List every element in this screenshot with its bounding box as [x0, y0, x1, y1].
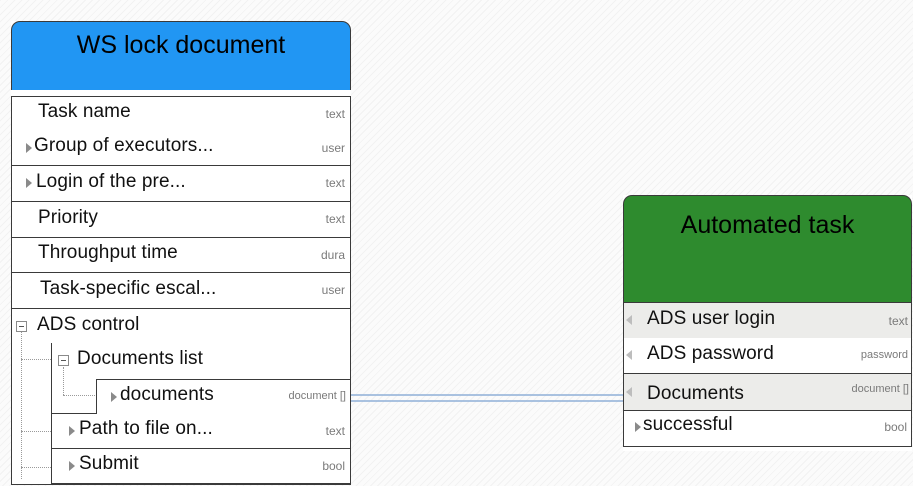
ws-row-login-of-the-pre[interactable]: Login of the pre... text: [11, 166, 351, 202]
row-type: text: [325, 424, 345, 438]
row-label: ADS user login: [647, 308, 776, 329]
ws-row-submit[interactable]: Submit bool: [51, 449, 351, 484]
expand-arrow-icon[interactable]: [69, 426, 75, 436]
row-label: Documents: [647, 383, 744, 404]
auto-node-title: Automated task: [680, 211, 855, 239]
row-label: documents: [120, 384, 214, 405]
expand-arrow-icon[interactable]: [635, 422, 641, 432]
ws-lock-document-node[interactable]: WS lock document Task name text Group of…: [11, 21, 351, 485]
row-type: bool: [322, 459, 345, 473]
row-label: Login of the pre...: [36, 171, 186, 192]
auto-row-successful[interactable]: successful bool: [623, 411, 912, 447]
row-type: text: [888, 314, 908, 328]
ws-node-header[interactable]: WS lock document: [11, 21, 351, 90]
row-type: text: [325, 107, 345, 121]
auto-row-ads-user-login[interactable]: ADS user login text: [623, 302, 912, 339]
row-label: Task-specific escal...: [40, 278, 217, 299]
row-type: user: [321, 283, 345, 297]
ws-node-title: WS lock document: [76, 31, 286, 59]
row-label: Task name: [38, 101, 131, 122]
auto-node-header[interactable]: Automated task: [623, 195, 912, 303]
row-type: password: [860, 349, 908, 361]
row-type: text: [325, 176, 345, 190]
ws-row-path-to-file[interactable]: Path to file on... text: [51, 414, 351, 449]
row-label: Submit: [79, 453, 139, 474]
row-type: text: [325, 212, 345, 226]
row-label: Path to file on...: [79, 418, 213, 439]
row-type: dura: [320, 248, 345, 262]
expand-arrow-icon[interactable]: [26, 143, 32, 153]
tree-line: [63, 367, 64, 395]
expand-arrow-icon[interactable]: [26, 178, 32, 188]
row-label: ADS control: [37, 314, 140, 335]
collapse-icon[interactable]: [58, 355, 69, 366]
row-label: Documents list: [77, 348, 203, 369]
ws-row-priority[interactable]: Priority text: [11, 202, 351, 238]
row-label: Throughput time: [38, 242, 178, 263]
expand-arrow-icon[interactable]: [111, 392, 117, 402]
row-label: Group of executors...: [34, 135, 214, 156]
row-label: successful: [643, 414, 733, 435]
ws-row-task-name[interactable]: Task name text: [11, 96, 351, 132]
collapse-icon[interactable]: [16, 321, 27, 332]
row-type: document []: [288, 390, 346, 402]
input-arrow-icon[interactable]: [626, 350, 632, 360]
tree-line: [63, 395, 97, 396]
input-arrow-icon[interactable]: [626, 387, 632, 397]
row-type: user: [321, 141, 345, 155]
row-label: ADS password: [647, 343, 774, 364]
input-arrow-icon[interactable]: [626, 315, 632, 325]
tree-line: [21, 332, 22, 479]
ws-row-throughput-time[interactable]: Throughput time dura: [11, 238, 351, 273]
row-label: Priority: [38, 207, 98, 228]
row-type: document []: [851, 383, 909, 395]
expand-arrow-icon[interactable]: [69, 461, 75, 471]
row-type: bool: [884, 420, 907, 434]
auto-row-documents[interactable]: Documents document []: [623, 374, 912, 411]
ws-row-group-of-executors[interactable]: Group of executors... user: [11, 131, 351, 166]
automated-task-node[interactable]: Automated task ADS user login text ADS p…: [623, 195, 912, 451]
auto-row-ads-password[interactable]: ADS password password: [623, 338, 912, 374]
ws-row-documents[interactable]: documents document []: [96, 379, 351, 415]
ws-row-task-specific-escal[interactable]: Task-specific escal... user: [11, 273, 351, 309]
